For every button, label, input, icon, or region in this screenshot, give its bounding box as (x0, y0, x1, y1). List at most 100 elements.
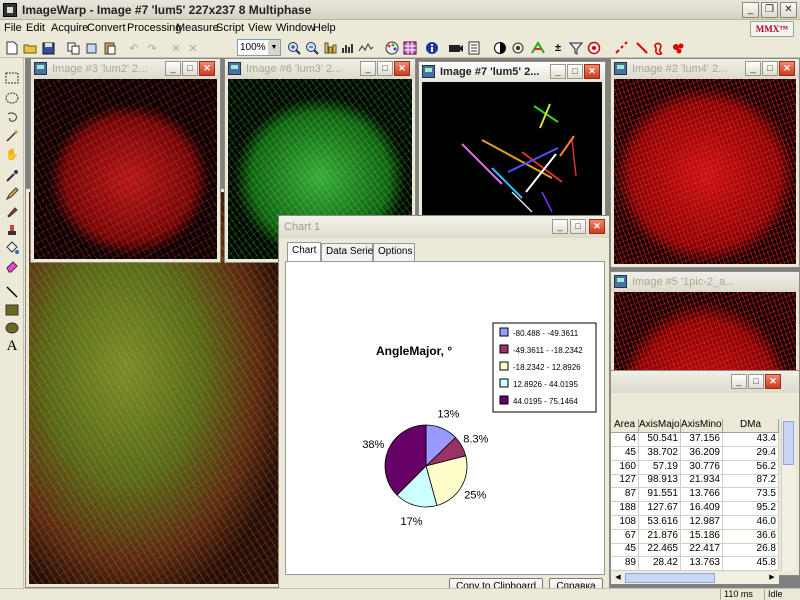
minimize-button[interactable]: _ (745, 61, 761, 76)
scroll-right-icon[interactable]: ▶ (767, 573, 777, 583)
grid-icon[interactable] (402, 40, 418, 56)
palette-icon[interactable] (384, 40, 400, 56)
maximize-button[interactable]: □ (182, 61, 198, 76)
zoom-select[interactable]: 100% ▼ (237, 39, 281, 56)
new-icon[interactable] (4, 40, 20, 56)
image-window-3[interactable]: Image #3 'lum2' 2... _ □ ✕ (30, 58, 221, 263)
close-button[interactable]: ✕ (589, 219, 605, 234)
minimize-button[interactable]: _ (552, 219, 568, 234)
tab-options[interactable]: Options (373, 243, 415, 261)
camera-icon[interactable] (448, 40, 464, 56)
redo-icon[interactable]: ↷ (144, 40, 160, 56)
contrast-icon[interactable] (492, 40, 508, 56)
measurements-table-window[interactable]: _ □ ✕ Area AxisMajor AxisMinor DMa 64 50.541 3… (610, 370, 800, 584)
profile-icon[interactable] (358, 40, 374, 56)
skeleton-icon[interactable] (530, 40, 546, 56)
cancel-icon[interactable]: ✕ (168, 40, 184, 56)
vertical-scrollbar[interactable] (781, 419, 795, 571)
copy-to-clipboard-button[interactable]: Copy to Clipboard (449, 578, 543, 588)
region-tool-icon[interactable] (670, 40, 686, 56)
magic-wand-icon[interactable] (4, 128, 20, 144)
undo-icon[interactable]: ↶ (126, 40, 142, 56)
close-button[interactable]: ✕ (765, 374, 781, 389)
tab-chart[interactable]: Chart (287, 242, 321, 262)
lasso-icon[interactable] (4, 110, 20, 126)
window-titlebar[interactable]: Chart 1 _ □ ✕ (279, 216, 609, 238)
minimize-button[interactable]: _ (550, 64, 566, 79)
save-icon[interactable] (40, 40, 56, 56)
maximize-button[interactable]: □ (762, 61, 778, 76)
maximize-button[interactable]: □ (748, 374, 764, 389)
chart-window[interactable]: Chart 1 _ □ ✕ Chart Data Series Options … (278, 215, 610, 588)
stamp-icon[interactable] (4, 222, 20, 238)
maximize-button[interactable]: □ (377, 61, 393, 76)
menu-help[interactable]: Help (313, 22, 336, 34)
window-titlebar[interactable]: Image #5 '1pic-2_a... (611, 272, 799, 292)
menu-acquire[interactable]: Acquire (51, 22, 88, 34)
close-button[interactable]: ✕ (199, 61, 215, 76)
menu-convert[interactable]: Convert (87, 22, 126, 34)
morphology-icon[interactable] (510, 40, 526, 56)
menu-window[interactable]: Window (276, 22, 315, 34)
minimize-button[interactable]: _ (360, 61, 376, 76)
fill-icon[interactable] (4, 240, 20, 256)
menu-processing[interactable]: Processing (127, 22, 181, 34)
column-header[interactable]: DMa (723, 419, 779, 433)
image-window-2[interactable]: Image #2 'lum4' 2... _ □ ✕ (610, 58, 800, 268)
minimize-button[interactable]: _ (742, 2, 759, 18)
zoom-in-icon[interactable] (286, 40, 302, 56)
minimize-button[interactable]: _ (165, 61, 181, 76)
menu-measure[interactable]: Measure (176, 22, 219, 34)
filled-rectangle-icon[interactable] (4, 302, 20, 318)
maximize-button[interactable]: □ (567, 64, 583, 79)
hand-icon[interactable]: ✋ (4, 146, 20, 162)
plus-minus-icon[interactable]: ± (550, 40, 566, 56)
close-button[interactable]: ✕ (394, 61, 410, 76)
delete-icon[interactable]: ✕ (185, 40, 201, 56)
scroll-left-icon[interactable]: ◀ (613, 573, 623, 583)
scroll-thumb[interactable] (625, 573, 715, 583)
curve-tool-icon[interactable] (634, 40, 650, 56)
open-icon[interactable] (22, 40, 38, 56)
close-button[interactable]: ✕ (584, 64, 600, 79)
menu-script[interactable]: Script (216, 22, 244, 34)
paste-icon[interactable] (102, 40, 118, 56)
image-window-7[interactable]: Image #7 'lum5' 2... _ □ ✕ (418, 61, 606, 221)
column-header[interactable]: AxisMajor (639, 419, 681, 433)
window-titlebar[interactable]: Image #6 'lum3' 2... _ □ ✕ (225, 59, 415, 79)
help-button[interactable]: Справка (549, 578, 603, 588)
text-icon[interactable]: A (4, 338, 20, 354)
target-icon[interactable] (586, 40, 602, 56)
filter-icon[interactable] (568, 40, 584, 56)
zoom-out-icon[interactable] (304, 40, 320, 56)
histogram-icon[interactable] (340, 40, 356, 56)
cut-icon[interactable] (84, 40, 100, 56)
close-button[interactable]: ✕ (779, 61, 795, 76)
menu-file[interactable]: File (4, 22, 22, 34)
restore-button[interactable]: ❐ (761, 2, 778, 18)
eyedropper-icon[interactable] (4, 168, 20, 184)
close-button[interactable]: ✕ (780, 2, 797, 18)
menu-view[interactable]: View (248, 22, 272, 34)
window-titlebar[interactable]: Image #7 'lum5' 2... _ □ ✕ (419, 62, 605, 82)
window-titlebar[interactable]: Image #2 'lum4' 2... _ □ ✕ (611, 59, 799, 79)
macro-icon[interactable] (466, 40, 482, 56)
blob-tool-icon[interactable] (652, 40, 668, 56)
column-header[interactable]: AxisMinor (681, 419, 723, 433)
eraser-icon[interactable] (4, 258, 20, 274)
window-titlebar[interactable]: _ □ ✕ (611, 371, 799, 393)
filled-ellipse-icon[interactable] (4, 320, 20, 336)
window-titlebar[interactable]: Image #3 'lum2' 2... _ □ ✕ (31, 59, 220, 79)
line-tool-icon[interactable] (614, 40, 630, 56)
maximize-button[interactable]: □ (570, 219, 586, 234)
rectangle-select-icon[interactable] (4, 70, 20, 86)
column-header[interactable]: Area (611, 419, 639, 433)
menu-edit[interactable]: Edit (26, 22, 45, 34)
info-icon[interactable] (424, 40, 440, 56)
tab-data-series[interactable]: Data Series (321, 243, 378, 261)
line-icon[interactable] (4, 284, 20, 300)
ellipse-select-icon[interactable] (4, 90, 20, 106)
measure-icon[interactable] (322, 40, 338, 56)
horizontal-scrollbar[interactable]: ◀ ▶ (611, 572, 779, 584)
scroll-thumb[interactable] (783, 421, 794, 465)
